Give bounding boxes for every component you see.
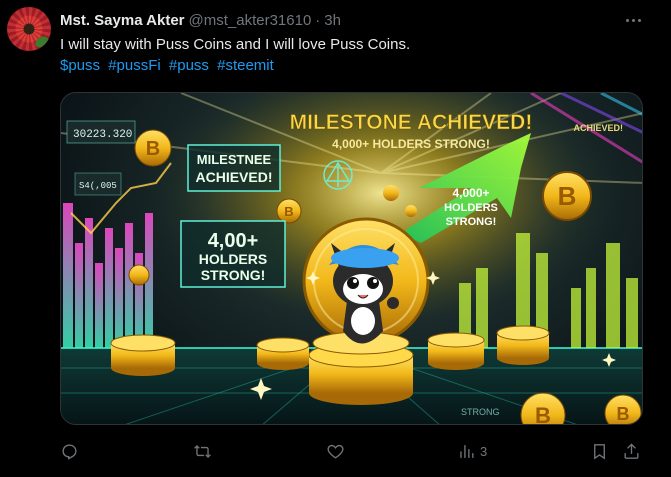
display-name[interactable]: Mst. Sayma Akter: [60, 12, 185, 29]
hashtag-link[interactable]: #steemit: [217, 57, 274, 74]
hashtag-link[interactable]: $puss: [60, 57, 100, 74]
svg-text:B: B: [146, 138, 160, 160]
timestamp[interactable]: 3h: [324, 12, 341, 29]
svg-text:B: B: [617, 404, 630, 424]
reply-icon: [62, 443, 77, 460]
tweet-text: I will stay with Puss Coins and I will l…: [60, 36, 411, 53]
hashtag-row: $puss #pussFi #puss #steemit: [60, 56, 278, 76]
share-icon: [624, 442, 639, 459]
user-handle[interactable]: @mst_akter31610: [189, 12, 312, 29]
share-button[interactable]: [622, 440, 641, 462]
coin-icon: B: [134, 129, 172, 167]
hashtag-link[interactable]: #pussFi: [108, 57, 161, 74]
coin-stack-icon: [256, 337, 310, 370]
coin-icon: B: [542, 171, 592, 221]
milestone-panel-line2: ACHIEVED!: [195, 169, 272, 185]
svg-text:B: B: [284, 204, 293, 219]
more-options-icon[interactable]: [622, 10, 644, 30]
milestone-panel-line1: MILESTNEE: [197, 152, 272, 167]
bookmark-icon: [594, 443, 605, 460]
retweet-button[interactable]: [193, 440, 212, 462]
coin-stack-icon: [110, 334, 176, 376]
coin-icon: [128, 264, 150, 286]
coin-icon: B: [276, 198, 302, 224]
views-count: 3: [480, 443, 488, 459]
floor-label: STRONG: [461, 407, 500, 417]
separator-dot: ·: [315, 11, 321, 29]
heart-icon: [327, 444, 344, 459]
tweet-header: Mst. Sayma Akter @mst_akter31610 · 3h: [60, 10, 341, 30]
avatar[interactable]: [7, 7, 51, 51]
holders-panel-line3: STRONG!: [201, 267, 266, 283]
svg-text:B: B: [558, 181, 577, 211]
retweet-icon: [194, 444, 211, 458]
screen-number: 30223.320: [73, 129, 132, 141]
bookmark-button[interactable]: [590, 440, 609, 462]
svg-text:B: B: [535, 403, 551, 425]
arrow-label-line1: 4,000+: [452, 186, 489, 200]
milestone-illustration: 30223.320 S4(,005 B B B B B MILESTONE AC…: [61, 93, 642, 425]
coin-stack-icon: [496, 325, 550, 365]
reply-button[interactable]: [60, 440, 79, 462]
screen-small: S4(,005: [79, 181, 117, 191]
like-button[interactable]: [326, 440, 345, 462]
arrow-label-line2: HOLDERS: [444, 202, 498, 214]
coin-icon: B: [604, 394, 642, 424]
action-bar: 3: [60, 440, 643, 464]
coin-icon: [383, 185, 399, 201]
tweet[interactable]: Mst. Sayma Akter @mst_akter31610 · 3h I …: [0, 0, 671, 477]
headline-title: MILESTONE ACHIEVED!: [290, 111, 533, 134]
corner-label: ACHIEVED!: [573, 123, 623, 133]
holders-panel-line1: 4,00+: [208, 230, 259, 252]
coin-icon: [405, 205, 417, 217]
tweet-image[interactable]: 30223.320 S4(,005 B B B B B MILESTONE AC…: [60, 92, 643, 425]
holders-panel-line2: HOLDERS: [199, 251, 267, 267]
arrow-label-line3: STRONG!: [446, 216, 497, 228]
views-button[interactable]: 3: [457, 440, 487, 462]
hashtag-link[interactable]: #puss: [169, 57, 209, 74]
coin-stack-icon: [427, 332, 485, 370]
headline-subtitle: 4,000+ HOLDERS STRONG!: [332, 137, 490, 151]
analytics-icon: [460, 444, 474, 458]
